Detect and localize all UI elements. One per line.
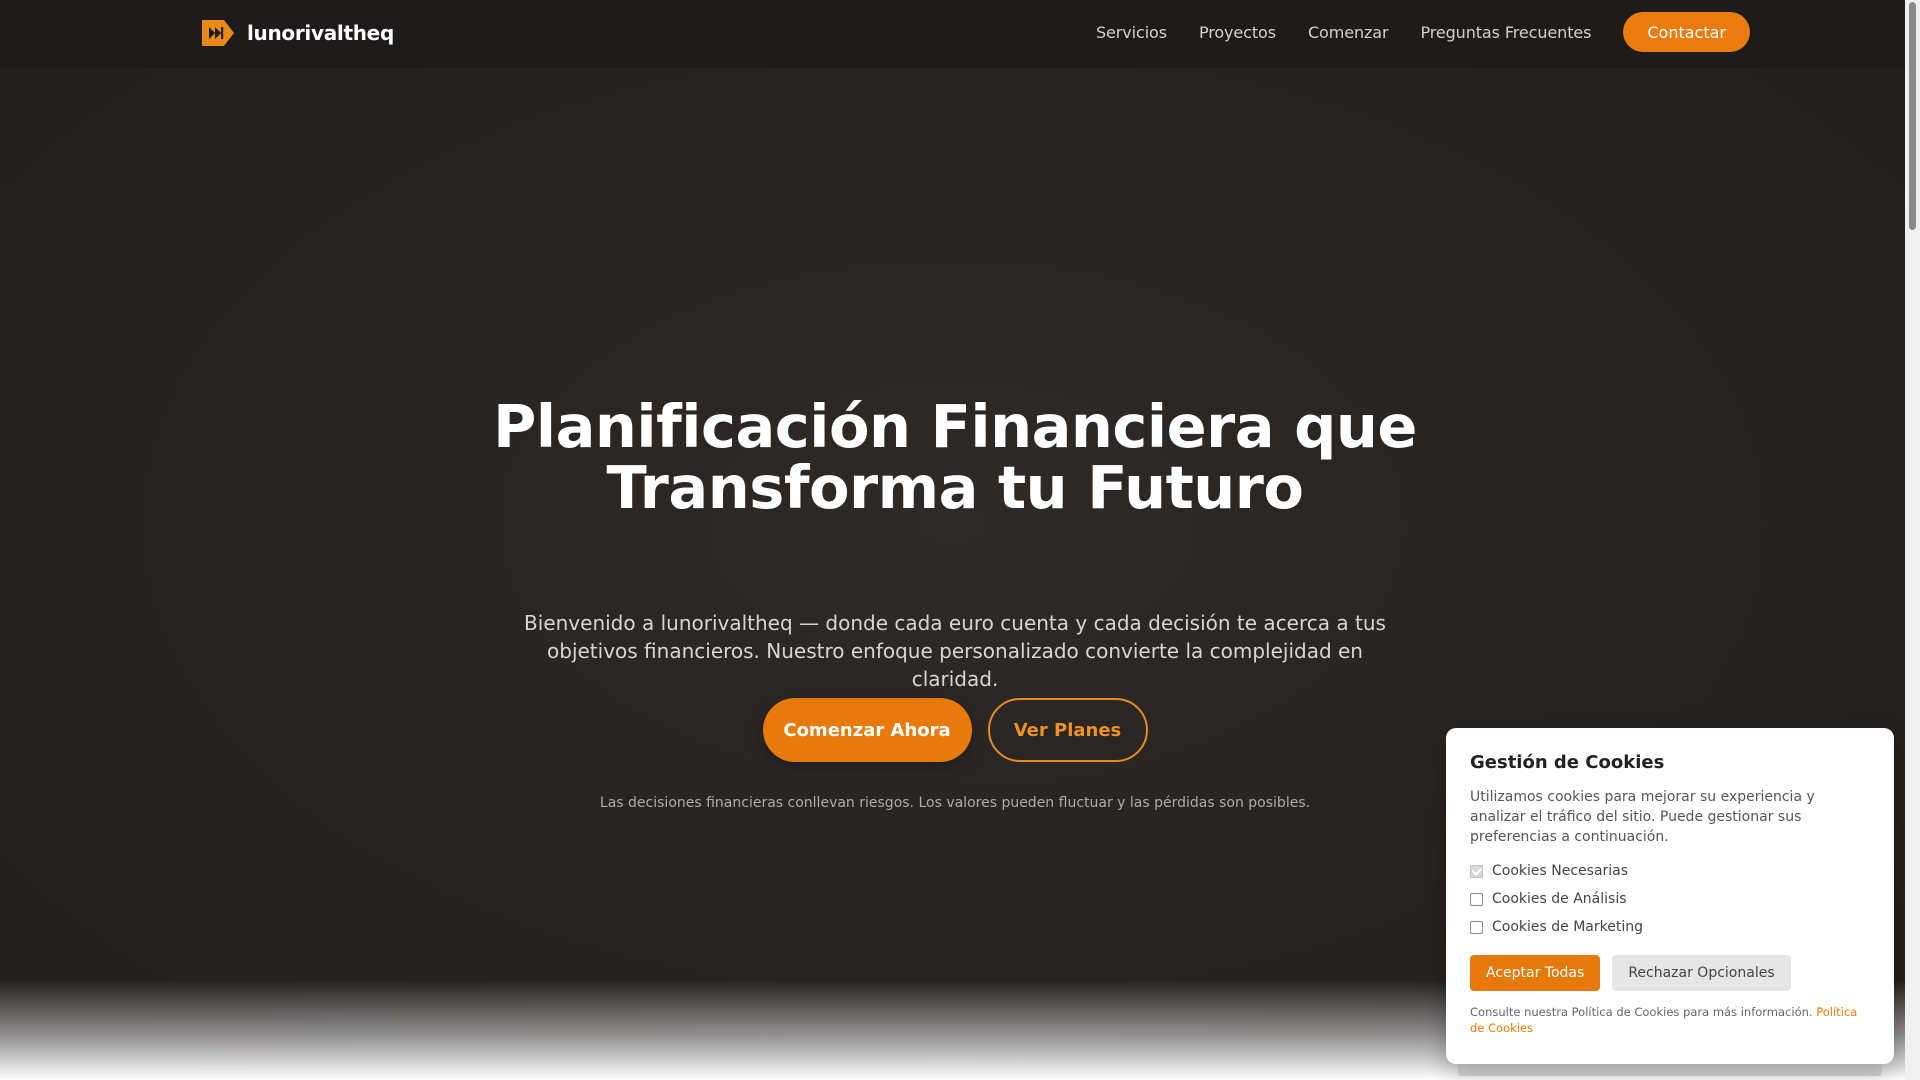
checkbox-necessary[interactable]	[1470, 864, 1483, 878]
cookie-footer: Consulte nuestra Política de Cookies par…	[1470, 1004, 1870, 1036]
cookie-option-marketing[interactable]: Cookies de Marketing	[1470, 917, 1870, 937]
brand-name: lunorivaltheq	[247, 21, 394, 45]
cookie-option-label: Cookies Necesarias	[1492, 863, 1629, 879]
start-now-button[interactable]: Comenzar Ahora	[762, 698, 972, 762]
cookie-consent-panel: Gestión de Cookies Utilizamos cookies pa…	[1446, 728, 1894, 1064]
reject-optional-button[interactable]: Rechazar Opcionales	[1612, 955, 1791, 991]
cookie-description: Utilizamos cookies para mejorar su exper…	[1470, 789, 1815, 845]
accept-all-button[interactable]: Aceptar Todas	[1470, 955, 1601, 991]
hero-title-line-1: Planificación Financiera que	[493, 392, 1417, 461]
cookie-buttons: Aceptar Todas Rechazar Opcionales	[1470, 955, 1870, 991]
checkbox-analytics[interactable]	[1470, 892, 1483, 906]
cookie-option-label: Cookies de Análisis	[1492, 891, 1627, 907]
cookie-title: Gestión de Cookies	[1470, 752, 1665, 773]
hero-subtitle: Bienvenido a lunorivaltheq — donde cada …	[524, 611, 1386, 691]
brand-link[interactable]: lunorivaltheq	[202, 18, 394, 48]
nav-links: Servicios Proyectos Comenzar Preguntas F…	[1096, 12, 1750, 52]
page-viewport: Planificación Financiera que Transforma …	[0, 0, 1905, 1080]
hero-title: Planificación Financiera que Transforma …	[0, 396, 1905, 518]
view-plans-button[interactable]: Ver Planes	[987, 698, 1148, 762]
scrollbar-thumb[interactable]	[1909, 2, 1916, 230]
page-scrollbar[interactable]	[1905, 0, 1920, 1080]
nav-link-proyectos[interactable]: Proyectos	[1199, 23, 1276, 42]
contact-button[interactable]: Contactar	[1623, 12, 1750, 52]
fast-forward-logo-icon	[202, 20, 234, 46]
nav-link-faq[interactable]: Preguntas Frecuentes	[1420, 23, 1591, 42]
top-navbar: lunorivaltheq Servicios Proyectos Comenz…	[0, 0, 1905, 68]
cookie-option-label: Cookies de Marketing	[1492, 919, 1643, 935]
nav-link-servicios[interactable]: Servicios	[1096, 23, 1167, 42]
cookie-option-analytics[interactable]: Cookies de Análisis	[1470, 889, 1870, 909]
hero-title-line-2: Transforma tu Futuro	[606, 453, 1304, 522]
checkbox-marketing[interactable]	[1470, 920, 1483, 934]
nav-link-comenzar[interactable]: Comenzar	[1308, 23, 1389, 42]
cookie-footer-text: Consulte nuestra Política de Cookies par…	[1470, 1005, 1813, 1019]
cookie-option-necessary[interactable]: Cookies Necesarias	[1470, 861, 1870, 881]
